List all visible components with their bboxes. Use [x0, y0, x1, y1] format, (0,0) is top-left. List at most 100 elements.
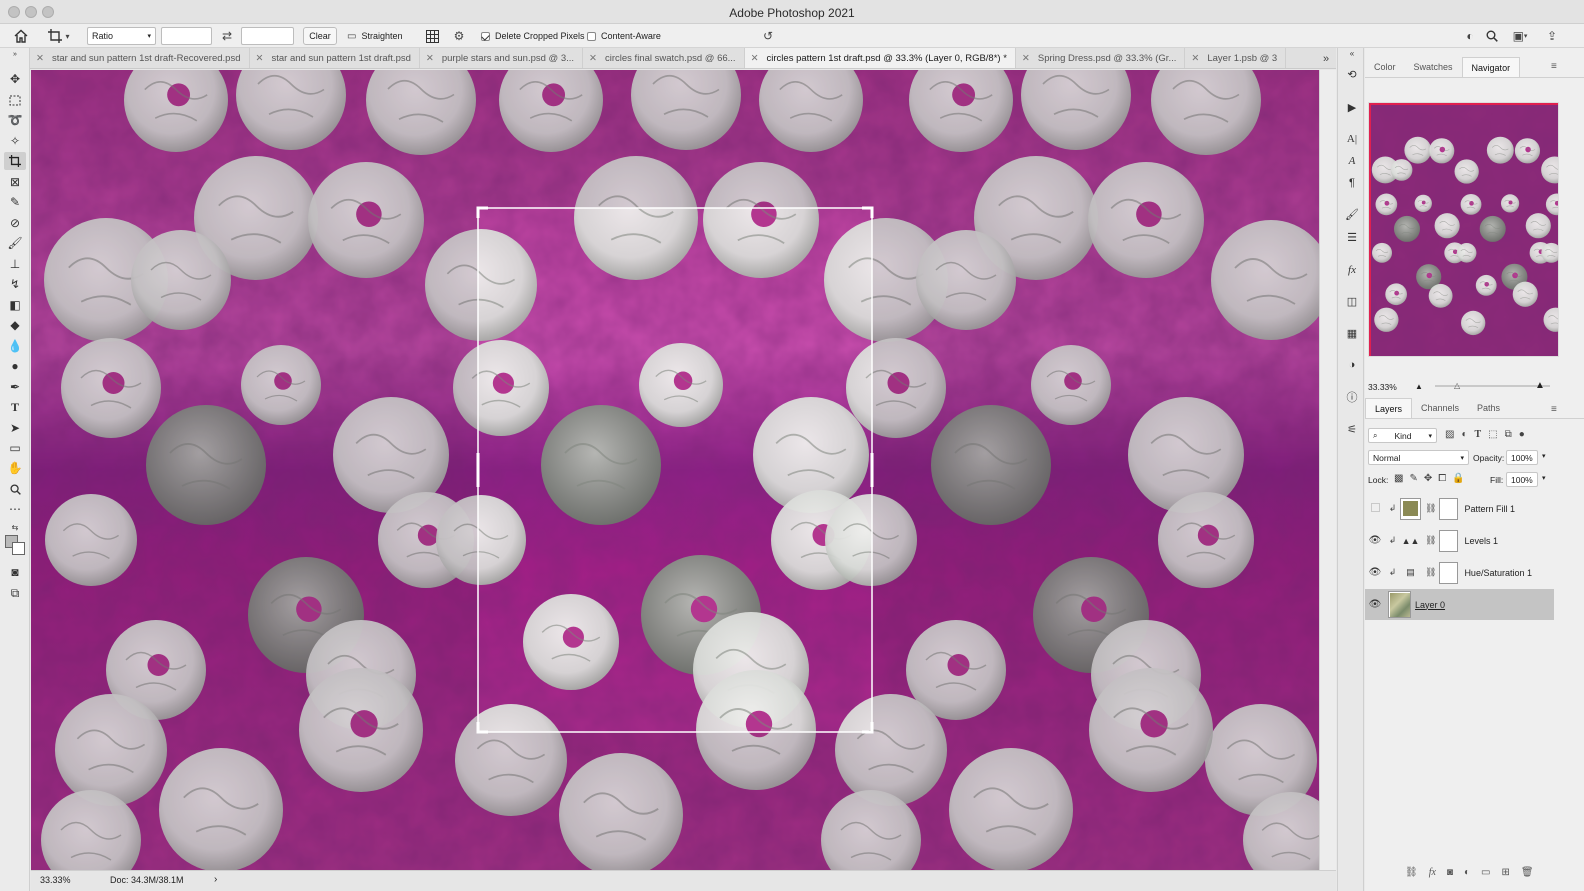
collapse-panels-icon[interactable]: « [1342, 48, 1362, 58]
navigator-zoom[interactable]: 33.33% [1368, 382, 1397, 392]
type-tool-icon[interactable]: T [4, 398, 26, 416]
history-icon[interactable]: ⟲ [1342, 65, 1362, 83]
quick-mask-icon[interactable]: ◙ [4, 563, 26, 581]
tab-paths[interactable]: Paths [1468, 398, 1509, 418]
character-icon[interactable]: A| [1342, 130, 1362, 148]
properties-icon[interactable]: ◫ [1342, 292, 1362, 310]
layer-mask-thumbnail[interactable] [1439, 497, 1459, 520]
document-tab[interactable]: ✕ star and sun pattern 1st draft.psd [250, 48, 420, 68]
learn-icon[interactable]: ◐ [1462, 27, 1478, 45]
layer-row[interactable]: 👁 ↲ ▤ ⛓ Hue/Saturation 1 [1365, 557, 1554, 588]
swap-ratio-icon[interactable]: ⇄ [219, 27, 235, 45]
eraser-tool-icon[interactable]: ◧ [4, 296, 26, 314]
clear-button[interactable]: Clear [303, 27, 337, 45]
new-group-icon[interactable]: ▭ [1481, 867, 1490, 878]
close-icon[interactable]: ✕ [426, 53, 434, 64]
lock-move-icon[interactable]: ✥ [1424, 473, 1432, 484]
delete-cropped-pixels-checkbox[interactable]: Delete Cropped Pixels [481, 27, 585, 45]
path-selection-tool-icon[interactable]: ➤ [4, 419, 26, 437]
layer-name[interactable]: Levels 1 [1464, 536, 1498, 546]
layer-mask-thumbnail[interactable] [1439, 529, 1459, 552]
lock-all-icon[interactable]: 🔒 [1452, 473, 1464, 484]
link-icon[interactable]: ⛓ [1425, 503, 1436, 514]
layer-name[interactable]: Hue/Saturation 1 [1464, 568, 1532, 578]
lock-transparent-icon[interactable]: ▩ [1394, 473, 1403, 484]
document-tab[interactable]: ✕ purple stars and sun.psd @ 3... [420, 48, 584, 68]
share-icon[interactable]: ⇪ [1544, 27, 1560, 45]
add-style-icon[interactable]: fx [1429, 867, 1436, 878]
tab-swatches[interactable]: Swatches [1405, 57, 1462, 77]
crop-tool-preset-icon[interactable]: ▾ [44, 27, 74, 45]
layer-row[interactable]: ↲ ⛓ Pattern Fill 1 [1365, 493, 1554, 524]
document-tab[interactable]: ✕ circles final swatch.psd @ 66... [583, 48, 745, 68]
straighten-button[interactable]: ▭ Straighten [347, 27, 411, 45]
filter-adjustment-icon[interactable]: ◐ [1461, 429, 1467, 440]
chevron-down-icon[interactable]: ▾ [1542, 474, 1546, 482]
link-layers-icon[interactable]: ⛓ [1405, 867, 1418, 878]
add-mask-icon[interactable]: ◙ [1447, 867, 1453, 878]
document-tab-active[interactable]: ✕ circles pattern 1st draft.psd @ 33.3% (… [744, 48, 1016, 68]
chevron-down-icon[interactable]: ▾ [1542, 452, 1546, 460]
adjust-circle-icon[interactable]: ◑ [1342, 356, 1362, 374]
close-icon[interactable]: ✕ [1191, 53, 1199, 64]
dodge-tool-icon[interactable]: ● [4, 357, 26, 375]
layer-name[interactable]: Pattern Fill 1 [1464, 504, 1515, 514]
styles-fx-icon[interactable]: fx [1342, 261, 1362, 279]
status-zoom[interactable]: 33.33% [40, 875, 71, 885]
filter-pixel-icon[interactable]: ▨ [1445, 429, 1454, 440]
close-icon[interactable]: ✕ [751, 53, 759, 64]
document-tab[interactable]: ✕ star and sun pattern 1st draft-Recovere… [30, 48, 250, 68]
magic-wand-tool-icon[interactable]: ✧ [4, 132, 26, 150]
layer-filter-select[interactable]: ⌕ Kind ▾ [1368, 428, 1437, 443]
fill-input[interactable]: 100% [1506, 472, 1538, 487]
paint-bucket-tool-icon[interactable]: ◆ [4, 316, 26, 334]
close-icon[interactable]: ✕ [589, 53, 597, 64]
panel-menu-icon[interactable]: ≡ [1551, 61, 1557, 72]
opacity-input[interactable]: 100% [1506, 450, 1538, 465]
zoom-tool-icon[interactable] [4, 480, 26, 498]
healing-brush-tool-icon[interactable]: ⊘ [4, 214, 26, 232]
close-icon[interactable]: ✕ [1022, 53, 1030, 64]
navigator-thumbnail[interactable] [1368, 102, 1559, 357]
visibility-toggle[interactable] [1365, 502, 1385, 515]
slider-thumb[interactable]: △ [1454, 381, 1462, 390]
layer-name[interactable]: Layer 0 [1415, 600, 1445, 610]
lasso-tool-icon[interactable]: ➰ [4, 111, 26, 129]
tab-navigator[interactable]: Navigator [1461, 57, 1521, 77]
document-canvas[interactable] [31, 70, 1319, 870]
eyedropper-tool-icon[interactable]: ✎ [4, 193, 26, 211]
ratio-width-input[interactable] [161, 27, 212, 45]
document-tab[interactable]: ✕ Layer 1.psb @ 3 [1185, 48, 1287, 68]
more-tabs-icon[interactable]: » [1316, 48, 1336, 69]
more-tools-icon[interactable]: ⋯ [4, 500, 26, 518]
adjustments-icon[interactable]: ☰ [1342, 228, 1362, 246]
overlay-grid-icon[interactable] [423, 27, 441, 45]
collapse-toolbar-icon[interactable]: » [4, 48, 26, 60]
tab-layers[interactable]: Layers [1365, 398, 1413, 418]
filter-toggle-icon[interactable]: ● [1519, 429, 1525, 440]
document-tab[interactable]: ✕ Spring Dress.psd @ 33.3% (Gr... [1016, 48, 1186, 68]
link-icon[interactable]: ⛓ [1425, 567, 1436, 578]
home-icon[interactable] [10, 27, 32, 45]
swap-colors-icon[interactable]: ⇆ [4, 518, 26, 536]
content-aware-checkbox[interactable]: Content-Aware [587, 27, 661, 45]
panel-menu-icon[interactable]: ≡ [1551, 404, 1557, 415]
ratio-height-input[interactable] [241, 27, 294, 45]
clone-stamp-tool-icon[interactable]: ⊥ [4, 255, 26, 273]
crop-tool-icon[interactable] [4, 152, 26, 170]
trash-icon[interactable]: 🗑 [1521, 867, 1534, 878]
grid-panel-icon[interactable]: ▦ [1342, 324, 1362, 342]
close-icon[interactable]: ✕ [256, 53, 264, 64]
move-tool-icon[interactable]: ✥ [4, 70, 26, 88]
pen-tool-icon[interactable]: ✒ [4, 378, 26, 396]
new-adjustment-icon[interactable]: ◐ [1464, 867, 1470, 878]
lock-artboard-icon[interactable]: ⧠ [1438, 473, 1446, 484]
filter-smart-object-icon[interactable]: ⧉ [1505, 429, 1512, 440]
layer-row-selected[interactable]: 👁 Layer 0 [1365, 589, 1554, 620]
screen-mode-icon[interactable]: ⧉ [4, 584, 26, 602]
history-brush-tool-icon[interactable]: ↯ [4, 275, 26, 293]
layer-row[interactable]: 👁 ↲ ▲▲ ⛓ Levels 1 [1365, 525, 1554, 556]
close-icon[interactable]: ✕ [36, 53, 44, 64]
rectangle-tool-icon[interactable]: ▭ [4, 439, 26, 457]
gear-icon[interactable]: ⚙ [450, 27, 468, 45]
